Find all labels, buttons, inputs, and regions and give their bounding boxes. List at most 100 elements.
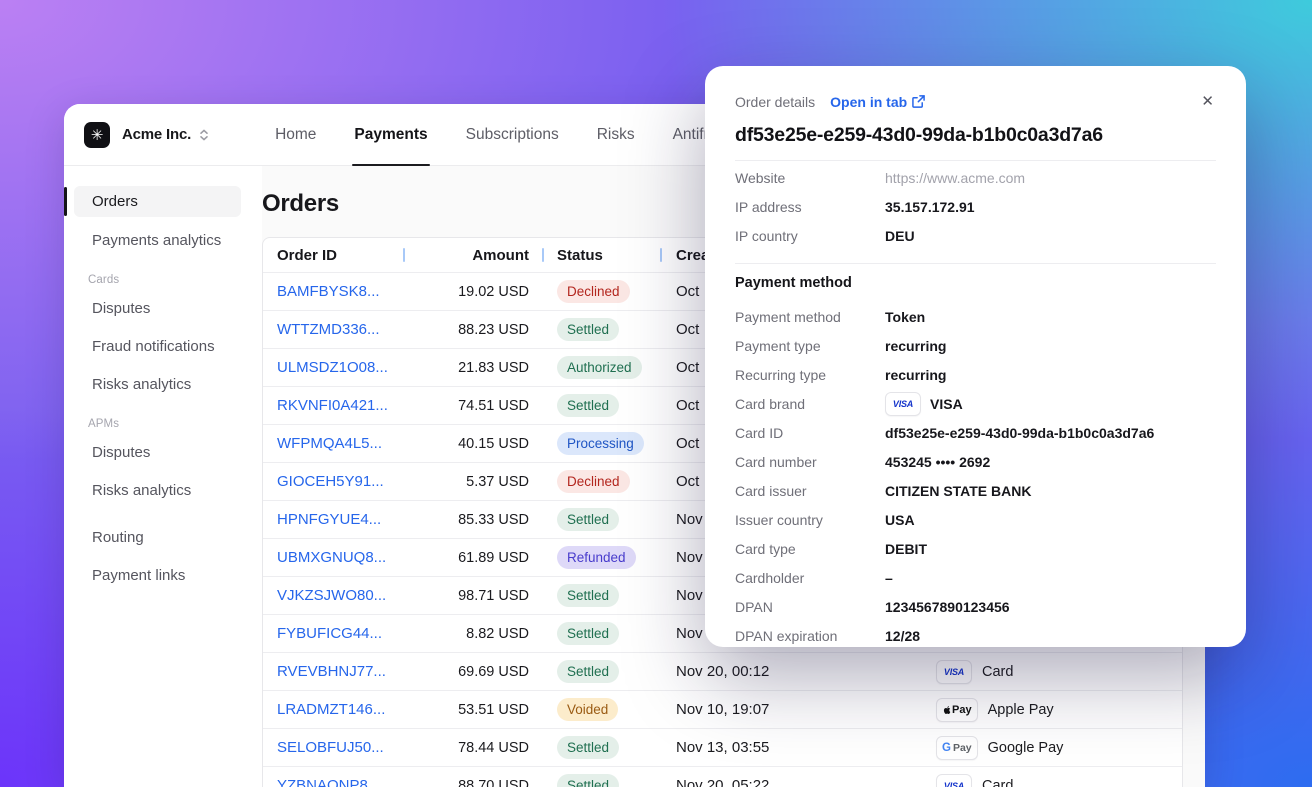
order-id-link[interactable]: BAMFBYSK8...: [277, 283, 380, 300]
field-value-text: CITIZEN STATE BANK: [885, 483, 1031, 499]
nav-item-risks[interactable]: Risks: [578, 104, 654, 165]
order-id-link[interactable]: WTTZMD336...: [277, 321, 380, 338]
order-id-link[interactable]: SELOBFUJ50...: [277, 739, 384, 756]
order-id-link[interactable]: WFPMQA4L5...: [277, 435, 382, 452]
amount-cell: 98.71 USD: [413, 588, 529, 604]
detail-row-card-issuer: Card issuerCITIZEN STATE BANK: [735, 476, 1216, 505]
logo-glyph: ✳: [91, 126, 104, 144]
nav-item-subscriptions[interactable]: Subscriptions: [447, 104, 578, 165]
payment-method-fields: Payment methodTokenPayment typerecurring…: [735, 302, 1216, 650]
field-label: Issuer country: [735, 512, 885, 528]
column-header-amount[interactable]: Amount: [413, 247, 529, 264]
sidebar-item-payments-analytics[interactable]: Payments analytics: [74, 226, 241, 255]
detail-row-ip-country: IP countryDEU: [735, 221, 1216, 250]
status-badge: Settled: [557, 736, 619, 759]
detail-row-payment-type: Payment typerecurring: [735, 331, 1216, 360]
field-value-text: USA: [885, 512, 915, 528]
open-in-tab-link[interactable]: Open in tab: [830, 94, 925, 110]
nav-item-payments[interactable]: Payments: [335, 104, 446, 165]
field-label: Website: [735, 170, 885, 186]
field-value: 453245 •••• 2692: [885, 454, 1216, 470]
field-value-text: 1234567890123456: [885, 599, 1010, 615]
sidebar-item-orders[interactable]: Orders: [74, 186, 241, 217]
google-g-icon: G: [942, 742, 951, 754]
top-nav: HomePaymentsSubscriptionsRisksAntifraud: [256, 104, 754, 165]
field-value: DEU: [885, 228, 1216, 244]
sidebar-item-cards-fraud-notifications[interactable]: Fraud notifications: [74, 332, 241, 361]
order-id-link[interactable]: ULMSDZ1O08...: [277, 359, 388, 376]
created-cell: Nov 20, 05:22: [660, 777, 936, 787]
field-value: recurring: [885, 367, 1216, 383]
order-id-link[interactable]: UBMXGNUQ8...: [277, 549, 386, 566]
sidebar-item-routing[interactable]: Routing: [74, 523, 241, 552]
field-value: 1234567890123456: [885, 599, 1216, 615]
sidebar-item-apms-risks-analytics[interactable]: Risks analytics: [74, 476, 241, 505]
created-cell: Nov 10, 19:07: [660, 701, 936, 718]
sidebar-item-apms-disputes[interactable]: Disputes: [74, 438, 241, 467]
status-badge: Voided: [557, 698, 618, 721]
acme-logo-icon: ✳: [84, 122, 110, 148]
visa-chip: VISA: [885, 392, 921, 416]
field-label: Card number: [735, 454, 885, 470]
column-divider[interactable]: [542, 248, 544, 262]
detail-row-card-number: Card number453245 •••• 2692: [735, 447, 1216, 476]
status-badge: Settled: [557, 318, 619, 341]
status-badge: Settled: [557, 584, 619, 607]
table-row: YZBNAONP8...88.70 USDSettledNov 20, 05:2…: [263, 766, 1182, 787]
field-value: df53e25e-e259-43d0-99da-b1b0c0a3d7a6: [885, 425, 1216, 441]
apple-pay-chip: Pay: [936, 698, 978, 722]
company-switcher-label[interactable]: Acme Inc.: [122, 126, 191, 143]
field-value: –: [885, 570, 1216, 586]
order-id-link[interactable]: FYBUFICG44...: [277, 625, 382, 642]
field-label: IP country: [735, 228, 885, 244]
amount-cell: 88.23 USD: [413, 322, 529, 338]
nav-item-home[interactable]: Home: [256, 104, 335, 165]
chevron-updown-icon[interactable]: [198, 128, 210, 142]
field-label: Recurring type: [735, 367, 885, 383]
field-value-text: 453245 •••• 2692: [885, 454, 990, 470]
order-id-link[interactable]: HPNFGYUE4...: [277, 511, 381, 528]
order-id-link[interactable]: RKVNFI0A421...: [277, 397, 388, 414]
close-icon[interactable]: ✕: [1199, 92, 1216, 111]
visa-logo-icon: VISA: [893, 399, 913, 409]
detail-row-payment-method: Payment methodToken: [735, 302, 1216, 331]
status-badge: Settled: [557, 394, 619, 417]
status-badge: Settled: [557, 660, 619, 683]
column-divider[interactable]: [403, 248, 405, 262]
column-divider[interactable]: [660, 248, 662, 262]
order-info-fields: Websitehttps://www.acme.comIP address35.…: [735, 163, 1216, 250]
amount-cell: 61.89 USD: [413, 550, 529, 566]
sidebar-item-cards-risks-analytics[interactable]: Risks analytics: [74, 370, 241, 399]
column-header-status[interactable]: Status: [529, 247, 660, 264]
field-label: IP address: [735, 199, 885, 215]
sidebar-item-cards-disputes[interactable]: Disputes: [74, 294, 241, 323]
field-value-text: –: [885, 570, 893, 586]
amount-cell: 5.37 USD: [413, 474, 529, 490]
visa-chip: VISA: [936, 774, 972, 787]
field-value: recurring: [885, 338, 1216, 354]
detail-row-website: Websitehttps://www.acme.com: [735, 163, 1216, 192]
payment-method-cell: PayApple Pay: [936, 698, 1182, 722]
field-value-text: DEBIT: [885, 541, 927, 557]
status-badge: Settled: [557, 508, 619, 531]
field-value: Token: [885, 309, 1216, 325]
order-id-link[interactable]: GIOCEH5Y91...: [277, 473, 384, 490]
created-cell: Nov 13, 03:55: [660, 739, 936, 756]
field-value: USA: [885, 512, 1216, 528]
status-badge: Processing: [557, 432, 644, 455]
order-id-link[interactable]: YZBNAONP8...: [277, 777, 380, 787]
order-id-link[interactable]: LRADMZT146...: [277, 701, 385, 718]
field-value-text: df53e25e-e259-43d0-99da-b1b0c0a3d7a6: [885, 425, 1154, 441]
order-id-link[interactable]: VJKZSJWO80...: [277, 587, 386, 604]
field-value: 12/28: [885, 628, 1216, 644]
field-label: Card issuer: [735, 483, 885, 499]
status-badge: Declined: [557, 470, 630, 493]
divider: [735, 160, 1216, 161]
field-label: Card type: [735, 541, 885, 557]
column-header-order-id[interactable]: Order ID: [263, 247, 413, 264]
field-value-text: 12/28: [885, 628, 920, 644]
sidebar-item-payment-links[interactable]: Payment links: [74, 561, 241, 590]
order-id-link[interactable]: RVEVBHNJ77...: [277, 663, 386, 680]
status-badge: Declined: [557, 280, 630, 303]
payment-method-label: Card: [982, 778, 1013, 787]
